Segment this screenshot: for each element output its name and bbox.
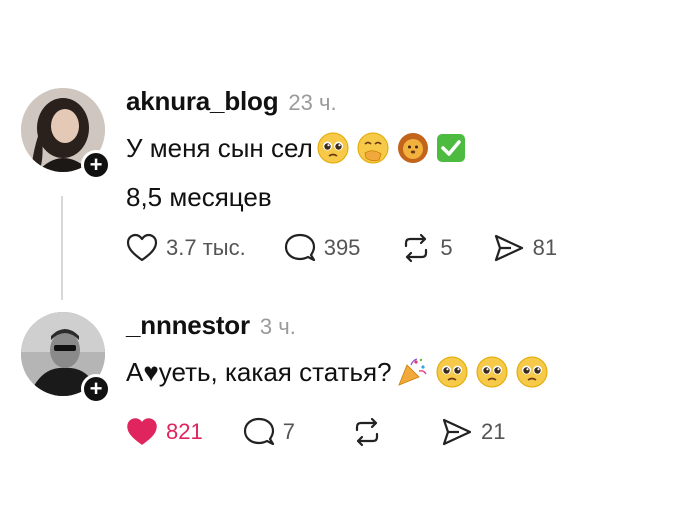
- post1-comment-count: 395: [323, 235, 361, 260]
- follow-plus-button[interactable]: +: [81, 374, 111, 404]
- post1-repost-button[interactable]: 5: [400, 232, 453, 264]
- threads-comments-screen: + aknura_blog 23 ч. У меня сын сел 8,5 м…: [0, 0, 700, 526]
- post1-text-line2: 8,5 месяцев: [126, 182, 272, 213]
- pleading-face-emoji: [317, 132, 349, 164]
- share-send-icon: [442, 418, 472, 446]
- post1-comment-button[interactable]: 395: [284, 232, 361, 264]
- post2-timestamp: 3 ч.: [259, 314, 296, 339]
- post2-avatar-wrap[interactable]: +: [21, 312, 111, 404]
- post2-header: _nnnestor 3 ч.: [126, 310, 296, 341]
- post1-avatar-wrap[interactable]: +: [21, 88, 111, 180]
- post1-actions: 3.7 тыс. 395 5 81: [126, 232, 557, 264]
- heart-icon: [126, 233, 158, 262]
- post2-repost-button[interactable]: [351, 416, 383, 448]
- post1-share-button[interactable]: 81: [493, 232, 557, 264]
- lion-face-emoji: [397, 133, 428, 163]
- post2-text-line: А♥уеть, какая статья?: [126, 356, 548, 388]
- heart-filled-icon: [127, 418, 157, 445]
- share-send-icon: [494, 234, 523, 262]
- post2-share-button[interactable]: 21: [441, 416, 505, 448]
- post2-text: А♥уеть, какая статья?: [126, 356, 392, 387]
- post2-username[interactable]: _nnnestor: [126, 310, 250, 341]
- post2-comment-count: 7: [282, 419, 295, 444]
- post1-share-count: 81: [532, 235, 558, 260]
- post1-header: aknura_blog 23 ч.: [126, 86, 337, 117]
- post2-comment-button[interactable]: 7: [243, 416, 295, 448]
- repost-icon: [405, 233, 428, 263]
- thread-connector-line: [61, 196, 63, 300]
- post1-text-line1: У меня сын сел: [126, 132, 467, 164]
- post2-like-count: 821: [166, 419, 203, 444]
- post1-text: У меня сын сел: [126, 132, 313, 163]
- post1-repost-count: 5: [440, 235, 453, 260]
- party-popper-emoji: [397, 358, 427, 386]
- post1-text-second: 8,5 месяцев: [126, 182, 272, 212]
- post1-like-count: 3.7 тыс.: [166, 235, 246, 260]
- check-mark-button-emoji: [436, 134, 465, 162]
- pleading-face-emoji: [476, 356, 508, 388]
- repost-icon: [355, 417, 379, 447]
- comment-icon: [243, 417, 274, 446]
- post2-like-button[interactable]: 821: [126, 417, 203, 447]
- pleading-face-emoji: [436, 356, 468, 388]
- post2-share-count: 21: [480, 419, 506, 444]
- follow-plus-button[interactable]: +: [81, 150, 111, 180]
- comment-icon: [284, 233, 315, 262]
- post1-like-button[interactable]: 3.7 тыс.: [126, 233, 246, 263]
- post1-username[interactable]: aknura_blog: [126, 86, 279, 117]
- pleading-face-emoji: [516, 356, 548, 388]
- hand-over-mouth-emoji: [357, 132, 389, 164]
- post2-actions: 821 7 21: [126, 416, 505, 448]
- post1-timestamp: 23 ч.: [288, 90, 337, 115]
